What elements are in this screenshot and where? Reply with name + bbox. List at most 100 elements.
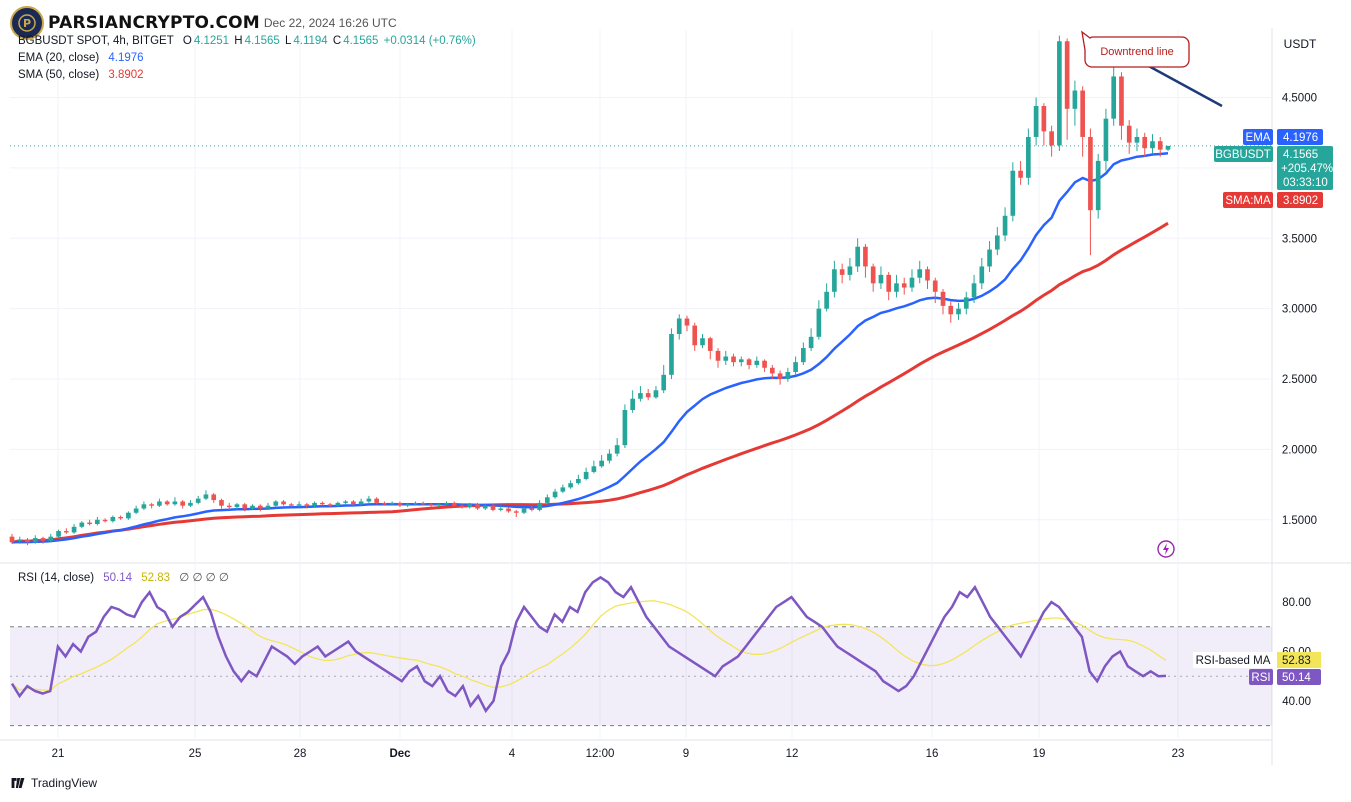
candle-body [1150,141,1155,149]
rsi-tick-label: 40.00 [1282,696,1311,708]
price-tick-label: 3.0000 [1282,304,1317,316]
sma-legend[interactable]: SMA (50, close) 3.8902 [18,69,146,81]
ema-legend-value: 4.1976 [108,52,144,64]
price-tick-label: 3.5000 [1282,233,1317,245]
candle-body [607,453,612,461]
candle-body [335,502,341,506]
time-tick-label: 4 [509,748,516,760]
chart-canvas: Downtrend line 4.50004.00003.50003.00002… [0,26,1351,765]
candle-body [537,502,542,510]
tradingview-logo-icon [11,778,25,788]
candle-body [1041,106,1047,132]
svg-text:P: P [23,17,31,30]
symbol-value-tag: 4.1565 +205.47% 03:33:10 [1277,146,1333,190]
candle-body [1119,76,1124,126]
candle-body [777,373,783,380]
candle-body [382,502,387,505]
candle-body [48,536,54,541]
candle-body [1033,106,1039,137]
candle-body [1026,136,1031,178]
time-tick-label: Dec [389,748,411,760]
candle-body [1049,131,1054,146]
candle-body [738,359,744,363]
candle-body [1103,118,1109,161]
rsi-legend[interactable]: RSI (14, close) 50.14 52.83 ∅ ∅ ∅ ∅ [18,570,231,584]
symbol-value-tag-text: 4.1565 [1283,149,1318,161]
candle-body [808,336,814,349]
symbol-legend[interactable]: BGBUSDT SPOT, 4h, BITGET O 4.1251 H 4.1565… [18,35,478,47]
candle-body [715,350,721,361]
rsi-legend-value: 50.14 [103,572,133,584]
candle-body [420,502,426,505]
candle-body [1126,125,1132,143]
ohlc-o-key: O [182,35,192,47]
ohlc-h: 4.1565 [244,35,280,47]
candle-body [940,291,946,306]
candle-body [731,356,736,363]
candle-body [638,393,643,399]
candle-body [676,318,682,334]
candle-body [25,539,30,543]
change: +0.0314 (+0.76%) [383,35,476,47]
candle-body [118,516,123,519]
rsi-name-tag-text: RSI [1251,672,1270,684]
candle-body [40,538,46,541]
candle-body [863,246,868,267]
candle-body [1134,136,1140,143]
annotation-text: Downtrend line [1100,46,1173,58]
candle-body [1142,136,1148,149]
candle-body [95,519,100,524]
ema-legend[interactable]: EMA (20, close) 4.1976 [18,52,146,64]
rsi-ma-tag: RSI-based MA 52.83 [1193,652,1321,668]
candle-body [180,501,186,506]
ema-name-tag: EMA [1243,129,1273,145]
candle-body [157,501,162,506]
time-tick-label: 28 [294,748,307,760]
candle-body [1072,90,1078,109]
price-tick-label: 2.5000 [1282,374,1317,386]
rsi-ma-name: RSI-based MA [1196,655,1271,667]
ohlc-l-key: L [284,35,292,47]
candle-body [102,519,108,522]
candle-body [723,356,729,361]
tradingview-footer[interactable]: TradingView [10,776,97,790]
candle-body [273,501,279,506]
ohlc-c: 4.1565 [343,35,379,47]
time-tick-label: 23 [1172,748,1185,760]
candle-body [467,504,473,508]
candle-body [824,291,829,309]
symbol-value-tag-text: 03:33:10 [1283,177,1328,189]
rsi-name-tag: RSI [1249,669,1273,685]
candle-body [87,522,92,524]
candle-body [948,305,954,315]
candle-body [878,274,884,284]
candle-body [506,508,511,512]
ohlc-c-key: C [332,35,342,47]
candle-body [692,325,698,346]
candle-body [1064,41,1070,109]
candle-body [630,398,635,410]
rsi-extra: ∅ ∅ ∅ ∅ [179,572,229,584]
candle-body [428,504,434,506]
time-tick-label: 12 [786,748,799,760]
symbol-line: BGBUSDT SPOT, 4h, BITGET [18,35,174,47]
candle-body [513,511,519,513]
candle-body [987,249,992,267]
candle-body [1111,76,1117,119]
candle-body [374,498,379,503]
candle-body [994,235,1000,250]
candle-body [304,504,310,506]
candle-body [195,498,201,503]
sma-value-tag-text: 3.8902 [1283,195,1318,207]
candle-body [110,516,116,522]
rsi-value-tag: 50.14 [1277,669,1321,685]
candle-body [56,531,61,537]
price-tick-label: 4.5000 [1282,93,1317,105]
candle-body [1095,160,1101,211]
candle-body [126,512,131,519]
candle-body [226,505,232,508]
candle-body [9,536,15,543]
rsi-legend-label: RSI (14, close) [18,572,95,584]
candle-body [149,504,154,506]
price-tick-label: 1.5000 [1282,515,1317,527]
